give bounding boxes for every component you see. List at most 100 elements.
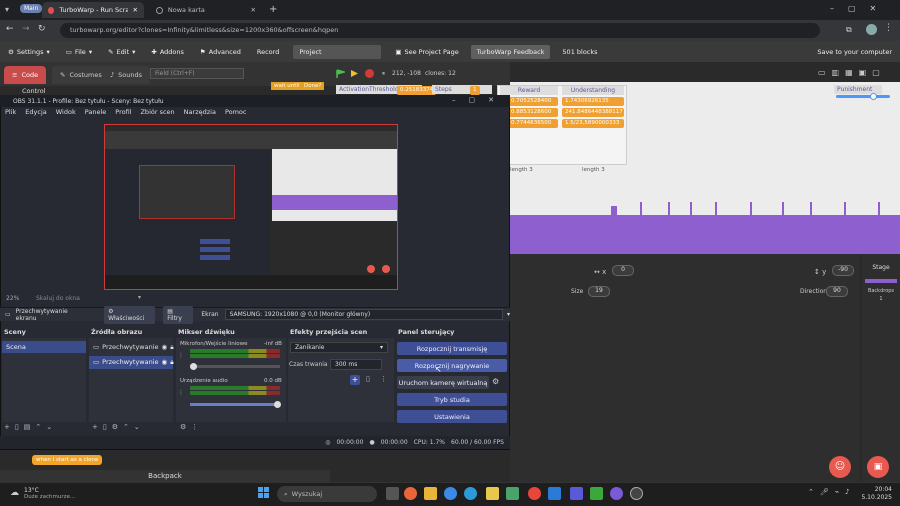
add-sprite-icon[interactable]: ☺ — [829, 456, 851, 478]
edge-icon[interactable] — [464, 487, 477, 500]
studio-mode-button[interactable]: Tryb studia — [397, 393, 507, 406]
source-item[interactable]: ▭ Przechwytywanie ◉ 🔒︎ — [89, 356, 174, 369]
source-item[interactable]: ▭ Przechwytywanie ◉ 🔒︎ — [89, 341, 174, 354]
file-menu[interactable]: ▭ File ▾ — [58, 48, 100, 56]
sprite-y-input[interactable]: -90 — [832, 265, 854, 276]
menu-kebab-icon[interactable]: ⋮ — [884, 23, 893, 33]
see-project-page-button[interactable]: ▣ See Project Page — [387, 48, 466, 56]
stage-selector[interactable]: Stage Backdrops 1 — [862, 254, 900, 482]
obs-window-controls[interactable]: –▢✕ — [452, 96, 507, 104]
obs-menu-item[interactable]: Zbiór scen — [140, 108, 174, 119]
obs-menu-item[interactable]: Profil — [115, 108, 131, 119]
transition-select[interactable]: Zanikanie ▾ — [290, 342, 388, 353]
vscode-icon[interactable] — [548, 487, 561, 500]
avatar[interactable] — [866, 24, 877, 35]
cloud-weather-icon[interactable]: ☁ — [10, 488, 19, 498]
excel-icon[interactable] — [590, 487, 603, 500]
punishment-slider[interactable] — [836, 95, 890, 98]
record-menu[interactable]: Record — [249, 48, 287, 56]
eye-icon[interactable]: ◉ — [162, 343, 168, 352]
obs-menu-item[interactable]: Narzędzia — [184, 108, 216, 119]
scene-item[interactable]: Scena — [2, 341, 86, 353]
addons-menu[interactable]: ✚ Addons — [143, 48, 192, 56]
eye-icon[interactable]: ◉ — [162, 358, 168, 367]
project-title-input[interactable]: Project — [293, 44, 382, 59]
start-stream-button[interactable]: Rozpocznij transmisję — [397, 342, 507, 355]
back-arrow-icon[interactable]: ← — [6, 24, 14, 34]
task-view-icon[interactable] — [386, 487, 399, 500]
play-icon[interactable] — [350, 69, 359, 78]
lock-icon[interactable]: 🔒︎ — [170, 358, 173, 367]
feedback-button[interactable]: TurboWarp Feedback — [470, 44, 551, 59]
mixer-volume-thumb[interactable] — [274, 401, 281, 408]
obs-menu-item[interactable]: Pomoc — [225, 108, 247, 119]
mixer-volume-thumb[interactable] — [190, 363, 197, 370]
stop-icon[interactable] — [365, 69, 374, 78]
category-control[interactable]: Control — [22, 87, 46, 95]
source-actions[interactable]: +▯⚙⌃⌄ — [92, 423, 145, 431]
edit-menu[interactable]: ✎ Edit ▾ — [100, 48, 143, 56]
mixer-menu-icon[interactable]: ⋮ — [178, 352, 184, 359]
obs-menu-item[interactable]: Plik — [5, 108, 16, 119]
scale-to-window-label[interactable]: Skaluj do okna — [36, 295, 80, 302]
window-controls[interactable]: –▢✕ — [830, 4, 890, 13]
tab-turbowarp[interactable]: TurboWarp - Run Scratch proje ✕ — [42, 2, 144, 18]
url-bar[interactable]: turbowarp.org/editor?clones=Infinity&lim… — [60, 23, 820, 38]
virtual-camera-gear-icon[interactable]: ⚙ — [492, 377, 499, 386]
new-tab-plus-icon[interactable]: + — [269, 4, 277, 15]
store-icon[interactable] — [506, 487, 519, 500]
tab-close-icon[interactable]: ✕ — [133, 6, 138, 14]
tab-code[interactable]: ≡ Code — [4, 66, 47, 84]
mixer-volume-slider[interactable] — [190, 365, 280, 368]
tab-sounds[interactable]: ♪ Sounds — [102, 66, 151, 84]
tray-icons[interactable]: ⌃🎤︎⌁♪ — [808, 488, 855, 496]
sprite-size-input[interactable]: 19 — [588, 286, 610, 297]
discord-icon[interactable] — [610, 487, 623, 500]
block-wait-until[interactable]: wait until — [271, 82, 303, 90]
save-button[interactable]: Save to your computer — [809, 48, 900, 56]
obs-menu-item[interactable]: Panele — [85, 108, 107, 119]
tab-new[interactable]: Nowa karta ✕ — [150, 2, 262, 18]
punishment-slider-thumb[interactable] — [870, 93, 877, 100]
green-flag-icon[interactable] — [336, 69, 345, 78]
chrome-icon[interactable] — [444, 487, 457, 500]
mixer-menu-icon[interactable]: ⋮ — [178, 389, 184, 396]
file-explorer-icon[interactable] — [424, 487, 437, 500]
profile-badge[interactable]: Main — [20, 4, 43, 13]
chevron-down-icon[interactable]: ▾ — [138, 294, 141, 301]
sprite-x-input[interactable]: 0 — [612, 265, 634, 276]
field-search-input[interactable]: Field (Ctrl+F) — [150, 68, 244, 79]
scene-actions[interactable]: +▯▤⌃⌄ — [4, 423, 57, 431]
tab-list-chevron-icon[interactable]: ▾ — [5, 5, 9, 14]
obs-taskbar-icon[interactable] — [630, 487, 643, 500]
chevron-down-icon[interactable]: ▾ — [507, 311, 510, 318]
firefox-icon[interactable] — [404, 487, 417, 500]
obs-menu-item[interactable]: Widok — [56, 108, 76, 119]
obs-preview[interactable] — [104, 124, 398, 290]
folder-icon[interactable] — [486, 487, 499, 500]
pause-icon[interactable]: ⏸ — [382, 70, 385, 78]
taskbar-search[interactable]: ⌕ Wyszukaj — [277, 486, 377, 502]
add-backdrop-icon[interactable]: ▣ — [867, 456, 889, 478]
forward-arrow-icon[interactable]: → — [22, 24, 30, 34]
sprite-direction-input[interactable]: 90 — [826, 286, 848, 297]
trash-icon[interactable]: ▯ — [366, 375, 370, 383]
filters-button[interactable]: ▤ Filtry — [163, 305, 194, 324]
stage-size-icons[interactable]: ▭▥▦▣▢ — [818, 68, 886, 77]
reload-icon[interactable]: ↻ — [38, 24, 46, 34]
add-transition-icon[interactable]: + — [350, 375, 360, 385]
lock-icon[interactable]: 🔒︎ — [170, 343, 173, 352]
screen-select[interactable]: SAMSUNG: 1920x1080 @ 0,0 (Monitor główny… — [224, 309, 503, 320]
settings-button[interactable]: Ustawienia — [397, 410, 507, 423]
mixer-actions[interactable]: ⚙⋮ — [180, 423, 203, 431]
mixer-volume-slider[interactable] — [190, 403, 280, 406]
start-virtual-camera-button[interactable]: Uruchom kamerę wirtualną — [397, 376, 489, 389]
extensions-icon[interactable]: ⧉ — [846, 25, 852, 35]
block-done[interactable]: Done? — [301, 82, 325, 90]
duration-input[interactable]: 300 ms — [330, 359, 382, 370]
obs-menu-item[interactable]: Edycja — [25, 108, 46, 119]
advanced-menu[interactable]: ⚑ Advanced — [192, 48, 249, 56]
properties-button[interactable]: ⚙ Właściwości — [104, 305, 156, 324]
tab-close-icon[interactable]: ✕ — [251, 6, 256, 14]
app-icon[interactable] — [570, 487, 583, 500]
